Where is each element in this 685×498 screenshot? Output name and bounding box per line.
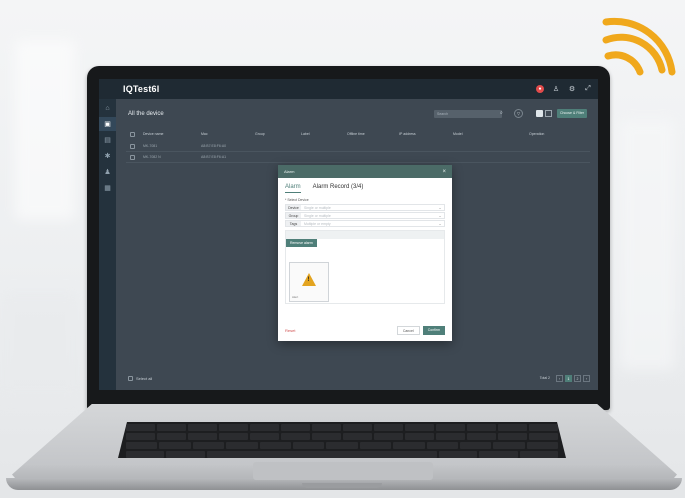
main-content: All the device Search ⌕ ▽ Choose & Filte… — [116, 99, 598, 390]
user-icon[interactable]: ♙ — [552, 85, 560, 93]
modal-title: Alarm — [284, 169, 295, 174]
page-title: All the device — [128, 111, 164, 117]
field-placeholder: Single or multiple — [304, 214, 331, 218]
device-name: MK-7082 N — [143, 155, 161, 159]
folder-icon[interactable]: ▦ — [99, 181, 116, 195]
next-page-button[interactable]: › — [583, 374, 590, 382]
device-mac: A8:B7:E8:F6:A0 — [201, 144, 227, 148]
group-select[interactable]: Group Single or multiple ⌄ — [285, 212, 445, 219]
file-icon[interactable]: ▤ — [99, 133, 116, 147]
filter-button[interactable]: Choose & Filter — [557, 109, 587, 118]
close-icon[interactable]: × — [442, 169, 446, 175]
home-icon[interactable]: ⌂ — [99, 101, 116, 115]
device-select[interactable]: Device Single or multiple ⌄ — [285, 204, 445, 211]
column-header: Operation — [529, 132, 545, 136]
top-bar: IQTest6l ● ♙ ⚙ ⤢ — [99, 79, 598, 99]
row-checkbox[interactable] — [130, 154, 135, 160]
tab-alarm-record[interactable]: Alarm Record (3/4) — [313, 184, 364, 193]
settings-icon[interactable]: ✱ — [99, 149, 116, 163]
column-header: Group — [255, 132, 265, 136]
confirm-button[interactable]: Confirm — [422, 326, 445, 335]
remove-alarm-button[interactable]: Remove alarm — [286, 239, 317, 247]
column-header: IP address — [399, 132, 416, 136]
tab-alarm[interactable]: Alarm — [285, 184, 301, 193]
app-screen: IQTest6l ● ♙ ⚙ ⤢ ⌂ ▣ ▤ ✱ ♟ ▦ All the dev… — [99, 79, 598, 390]
chevron-down-icon: ⌄ — [438, 213, 442, 218]
table-header: Device name Mac Group Label Offline time… — [126, 129, 590, 139]
background-shape — [620, 120, 675, 370]
laptop-trackpad — [253, 462, 433, 480]
settings-icon[interactable]: ⚙ — [568, 85, 576, 93]
tags-select[interactable]: Tags Multiple or empty ⌄ — [285, 220, 445, 227]
page-button[interactable]: 1 — [565, 374, 572, 382]
reset-button[interactable]: Reset — [285, 328, 295, 333]
select-all-checkbox[interactable] — [130, 131, 135, 137]
device-icon[interactable]: ▣ — [99, 117, 116, 131]
list-view-icon[interactable] — [545, 110, 552, 117]
search-icon[interactable]: ⌕ — [500, 110, 503, 116]
chevron-down-icon: ⌄ — [438, 221, 442, 226]
filter-icon[interactable]: ▽ — [514, 109, 523, 118]
sidebar: ⌂ ▣ ▤ ✱ ♟ ▦ — [99, 99, 116, 390]
row-checkbox[interactable] — [130, 143, 135, 149]
field-placeholder: Multiple or empty — [304, 222, 331, 226]
modal-header: Alarm × — [278, 165, 452, 178]
device-mac: A8:B7:E8:F6:A1 — [201, 155, 227, 159]
table-row[interactable]: MK-7081 A8:B7:E8:F6:A0 — [126, 141, 590, 152]
fullscreen-icon[interactable]: ⤢ — [584, 85, 592, 93]
background-shape — [15, 40, 75, 220]
app-logo: IQTest6l — [123, 84, 160, 94]
laptop-notch — [302, 483, 382, 488]
cancel-button[interactable]: Cancel — [396, 326, 420, 335]
grid-view-icon[interactable] — [536, 110, 543, 117]
prev-page-button[interactable]: ‹ — [556, 374, 563, 382]
select-all-label: Select all — [136, 375, 153, 381]
select-all-footer-checkbox[interactable] — [128, 375, 133, 381]
total-count: Total 2 — [539, 375, 550, 380]
pagination: Total 2 ‹ 1 2 › — [539, 374, 590, 382]
modal-tabs: Alarm Alarm Record (3/4) — [278, 178, 452, 193]
column-header: Device name — [143, 132, 164, 136]
warning-exclamation: ! — [307, 277, 310, 283]
alarm-modal: Alarm × Alarm Alarm Record (3/4) * Selec… — [278, 165, 452, 341]
device-name: MK-7081 — [143, 144, 158, 148]
background-shape — [0, 290, 80, 400]
column-header[interactable]: Offline time — [347, 132, 399, 136]
table-row[interactable]: MK-7082 N A8:B7:E8:F6:A1 — [126, 152, 590, 163]
page-button[interactable]: 2 — [574, 374, 581, 382]
alarm-card[interactable]: ! Alert — [289, 262, 329, 302]
panel-toolbar: Remove alarm — [286, 231, 444, 247]
column-header: Mac — [201, 132, 208, 136]
select-device-label: * Select Device — [285, 198, 309, 202]
search-input[interactable]: Search — [434, 110, 502, 118]
column-header: Model — [453, 132, 463, 136]
field-label: Device — [286, 205, 301, 210]
user-icon[interactable]: ♟ — [99, 165, 116, 179]
column-header: Label — [301, 132, 310, 136]
chevron-down-icon: ⌄ — [438, 205, 442, 210]
table-footer: Select all Total 2 ‹ 1 2 › — [126, 372, 590, 384]
card-caption: Alert — [292, 295, 299, 299]
field-label: Group — [286, 213, 301, 218]
modal-footer: Reset Cancel Confirm — [285, 326, 445, 335]
alarm-notification-icon[interactable]: ● — [536, 85, 544, 93]
field-label: Tags — [286, 221, 301, 226]
laptop-keyboard — [118, 422, 566, 458]
field-placeholder: Single or multiple — [304, 206, 331, 210]
